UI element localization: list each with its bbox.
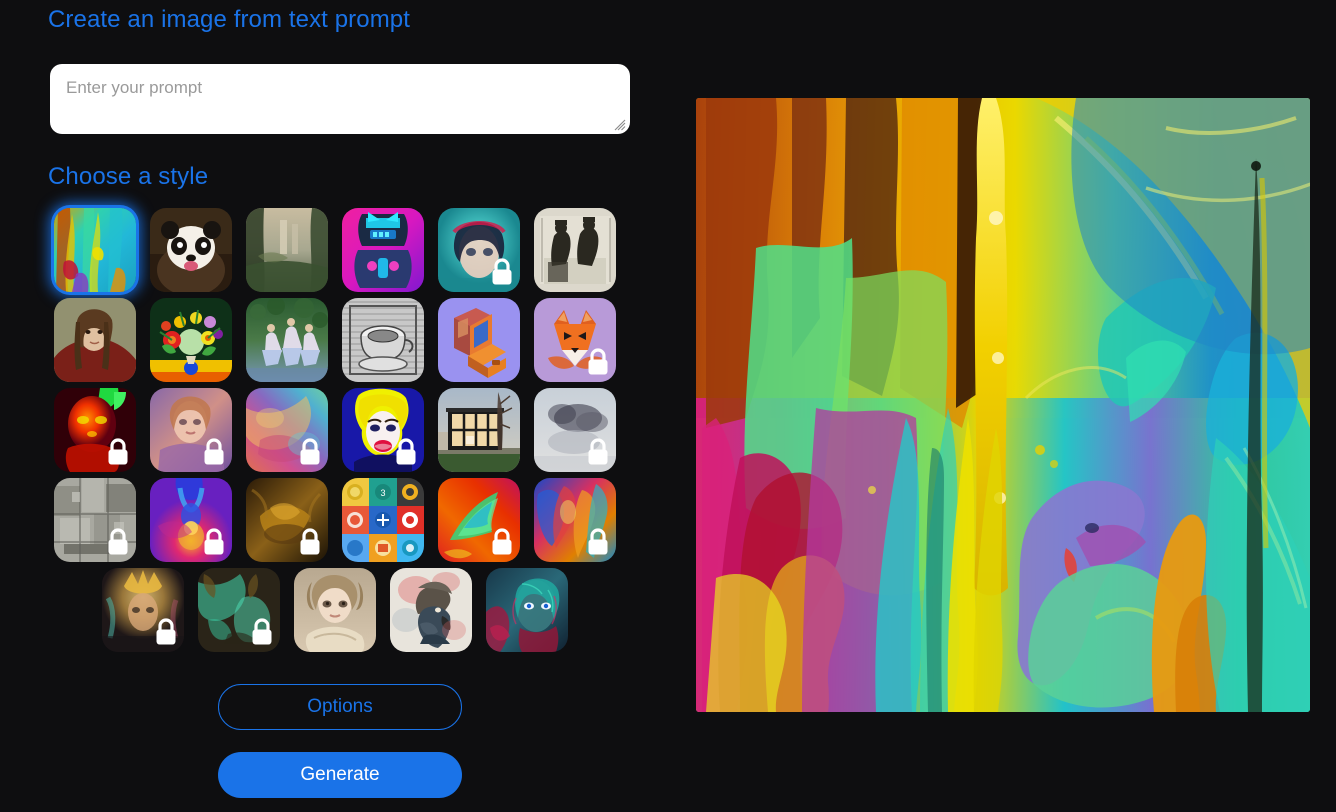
lock-icon (297, 437, 323, 467)
lock-icon (489, 257, 515, 287)
style-thumbnail-porcelain-doll-portrait[interactable] (294, 568, 376, 652)
style-thumbnail-image (150, 298, 232, 382)
style-thumbnail-isometric-retro-computer[interactable] (438, 298, 520, 382)
lock-icon (585, 347, 611, 377)
style-thumbnail-low-poly-fox[interactable] (534, 298, 616, 382)
lock-icon (489, 257, 515, 287)
lock-icon (489, 527, 515, 557)
style-thumbnail-image (54, 208, 136, 292)
style-thumbnail-image (438, 388, 520, 472)
style-thumbnail-pop-art-portrait[interactable] (342, 388, 424, 472)
style-grid-row: 3 (54, 478, 616, 562)
lock-icon (585, 527, 611, 557)
lock-icon (393, 437, 419, 467)
style-grid-row (54, 298, 616, 382)
style-thumbnail-cyberpunk-robot[interactable] (342, 208, 424, 292)
lock-icon (489, 527, 515, 557)
style-grid-row (102, 568, 568, 652)
lock-icon (201, 527, 227, 557)
lock-icon (201, 437, 227, 467)
style-thumbnail-pastel-portrait[interactable] (150, 388, 232, 472)
image-generator-app: Create an image from text prompt Choose … (0, 0, 1336, 812)
lock-icon (105, 527, 131, 557)
lock-icon (297, 437, 323, 467)
lock-icon (249, 617, 275, 647)
style-thumbnail-abstract-paint[interactable] (54, 208, 136, 292)
style-thumbnail-rainbow-blur[interactable] (246, 388, 328, 472)
style-thumbnail-teal-abstract-texture[interactable] (198, 568, 280, 652)
style-thumbnail-image (486, 568, 568, 652)
lock-icon (153, 617, 179, 647)
style-thumbnail-image (294, 568, 376, 652)
page-title: Create an image from text prompt (48, 6, 410, 34)
style-thumbnail-modern-architecture[interactable] (438, 388, 520, 472)
style-section-heading: Choose a style (48, 163, 208, 191)
options-button[interactable]: Options (218, 684, 462, 730)
lock-icon (297, 527, 323, 557)
style-thumbnail-image (246, 208, 328, 292)
style-thumbnail-urban-grayscale[interactable] (54, 478, 136, 562)
lock-icon (105, 437, 131, 467)
style-thumbnail-image (246, 298, 328, 382)
style-grid-row (54, 208, 616, 292)
style-thumbnail-image (390, 568, 472, 652)
style-thumbnail-panda-3d-render[interactable] (150, 208, 232, 292)
style-thumbnail-image (150, 208, 232, 292)
controls-panel: Create an image from text prompt Choose … (0, 0, 680, 812)
style-thumbnail-biomech-portrait[interactable] (486, 568, 568, 652)
style-thumbnail-image (342, 208, 424, 292)
style-thumbnail-thermal-portrait[interactable] (54, 388, 136, 472)
style-thumbnail-image (534, 208, 616, 292)
lock-icon (585, 437, 611, 467)
style-thumbnail-pencil-sketch[interactable] (342, 298, 424, 382)
style-thumbnail-colorful-expressionist[interactable] (534, 478, 616, 562)
lock-icon (153, 617, 179, 647)
style-thumbnail-icon-grid-logos[interactable]: 3 (342, 478, 424, 562)
style-thumbnail-landscape-painting[interactable] (246, 208, 328, 292)
lock-icon (105, 437, 131, 467)
prompt-input[interactable] (50, 64, 630, 134)
style-thumbnail-image (438, 298, 520, 382)
style-thumbnail-golden-crown-portrait[interactable] (102, 568, 184, 652)
style-thumbnail-image (342, 298, 424, 382)
generate-button[interactable]: Generate (218, 752, 462, 798)
style-thumbnail-neon-figure[interactable] (150, 478, 232, 562)
preview-artwork (696, 98, 1310, 712)
lock-icon (585, 347, 611, 377)
style-thumbnail-floral-still-life[interactable] (150, 298, 232, 382)
style-grid-row (54, 388, 616, 472)
style-thumbnail-vintage-engraving[interactable] (534, 208, 616, 292)
lock-icon (585, 527, 611, 557)
style-thumbnail-impressionist-ballet[interactable] (246, 298, 328, 382)
lock-icon (297, 527, 323, 557)
lock-icon (585, 437, 611, 467)
style-thumbnail-renaissance-portrait[interactable] (54, 298, 136, 382)
style-thumbnail-vivid-gradient-swirl[interactable] (438, 478, 520, 562)
style-thumbnail-image: 3 (342, 478, 424, 562)
lock-icon (249, 617, 275, 647)
style-thumbnail-soft-cloud-study[interactable] (534, 388, 616, 472)
svg-text:3: 3 (380, 488, 385, 498)
lock-icon (201, 527, 227, 557)
style-thumbnail-sepia-texture[interactable] (246, 478, 328, 562)
lock-icon (105, 527, 131, 557)
style-thumbnail-image (54, 298, 136, 382)
lock-icon (393, 437, 419, 467)
prompt-field-wrapper (50, 64, 630, 134)
style-thumbnail-anime-portrait[interactable] (438, 208, 520, 292)
style-thumbnail-watercolor-character[interactable] (390, 568, 472, 652)
lock-icon (201, 437, 227, 467)
generated-image-preview[interactable] (696, 98, 1310, 712)
